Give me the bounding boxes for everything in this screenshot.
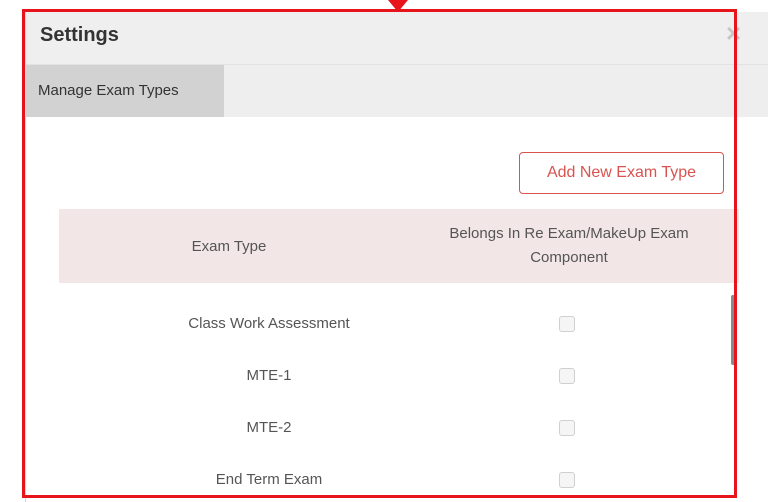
tab-bar: Manage Exam Types xyxy=(26,65,768,117)
close-icon[interactable]: × xyxy=(726,20,741,46)
column-header-exam-type: Exam Type xyxy=(59,209,399,283)
table-header: Exam Type Belongs In Re Exam/MakeUp Exam… xyxy=(59,209,739,283)
exam-type-name: MTE-1 xyxy=(246,367,292,384)
add-new-exam-type-button[interactable]: Add New Exam Type xyxy=(519,152,724,194)
table-row: End Term Exam xyxy=(59,454,739,502)
exam-type-name: End Term Exam xyxy=(215,471,323,488)
table-row: Class Work Assessment xyxy=(59,298,739,350)
screen: Settings × Manage Exam Types Add New Exa… xyxy=(0,0,768,502)
table-body: Class Work Assessment MTE-1 MTE-2 End Te… xyxy=(59,298,739,502)
column-header-belongs-in-re-exam: Belongs In Re Exam/MakeUp Exam Component xyxy=(399,209,739,283)
table-row: MTE-2 xyxy=(59,402,739,454)
tab-manage-exam-types[interactable]: Manage Exam Types xyxy=(26,65,224,117)
arrow-down-icon xyxy=(388,0,408,12)
settings-modal: Settings × Manage Exam Types Add New Exa… xyxy=(25,12,768,502)
scrollbar-thumb[interactable] xyxy=(731,295,736,365)
column-header-exam-type-label: Exam Type xyxy=(191,237,267,255)
modal-title: Settings xyxy=(40,24,119,46)
exam-type-name: MTE-2 xyxy=(246,419,292,436)
exam-type-name: Class Work Assessment xyxy=(188,315,350,332)
column-header-belongs-label: Belongs In Re Exam/MakeUp Exam Component xyxy=(449,225,689,266)
re-exam-checkbox[interactable] xyxy=(559,472,575,488)
table-row: MTE-1 xyxy=(59,350,739,402)
re-exam-checkbox[interactable] xyxy=(559,316,575,332)
re-exam-checkbox[interactable] xyxy=(559,420,575,436)
re-exam-checkbox[interactable] xyxy=(559,368,575,384)
table-scrollbar[interactable] xyxy=(728,283,740,502)
modal-header: Settings × xyxy=(26,12,768,65)
